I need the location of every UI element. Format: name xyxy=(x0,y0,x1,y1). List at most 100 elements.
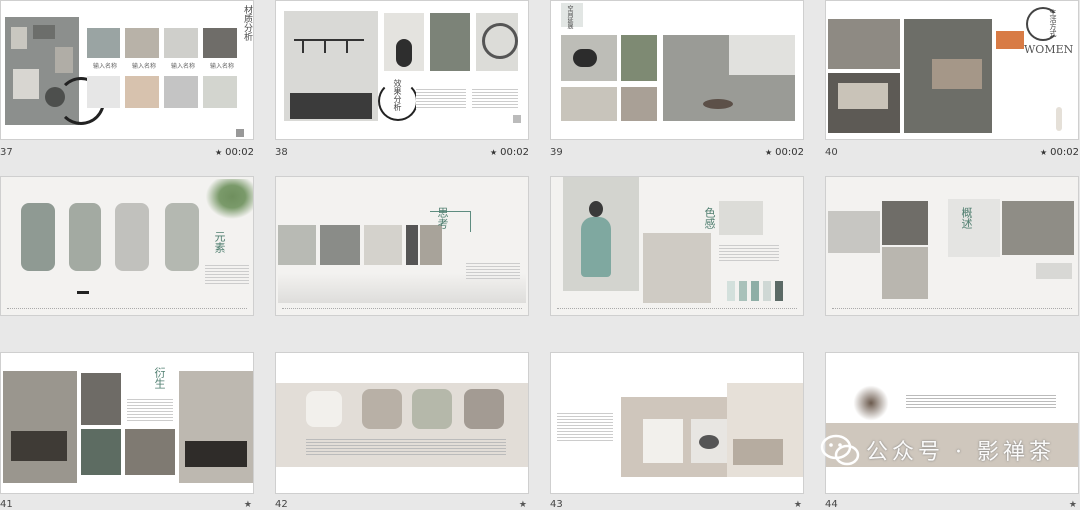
ink-landscape-photo xyxy=(278,225,316,265)
room-photo xyxy=(727,383,803,477)
slide-number: 38 xyxy=(275,147,288,158)
star-icon: ★ xyxy=(1068,499,1077,509)
element-icon-2 xyxy=(362,389,402,429)
concept-photo-4 xyxy=(1002,201,1074,255)
swatch-label: 输入名称 xyxy=(93,63,118,70)
slide-timing: ★ 00:02 xyxy=(1040,147,1079,158)
color-swatch-3 xyxy=(751,281,759,301)
body-text-lines xyxy=(466,261,520,281)
swatch-label: 输入名称 xyxy=(171,63,196,70)
element-window-1 xyxy=(21,203,55,271)
slide-45-thumbnail[interactable]: 衍生 xyxy=(0,352,254,494)
interior-photo-2 xyxy=(828,73,900,133)
concept-photo-3 xyxy=(882,247,928,299)
slide-43-thumbnail[interactable]: 色感 xyxy=(550,176,804,316)
star-icon: ★ xyxy=(215,148,223,157)
slide-number: 42 xyxy=(275,499,288,510)
watermark: 公众号 · 影禅茶 xyxy=(820,430,1080,480)
material-photo-2 xyxy=(125,28,159,58)
mug-photo xyxy=(643,419,683,463)
detail-photo-1 xyxy=(81,373,121,425)
slide-37-thumbnail[interactable]: 输入名称 输入名称 输入名称 输入名称 材质分析 xyxy=(0,0,254,140)
slide-timing: ★ 00:02 xyxy=(215,147,254,158)
stone-photo xyxy=(691,419,727,463)
tea-ceremony-photo xyxy=(904,19,992,133)
concept-label-box xyxy=(1036,263,1072,279)
slide-44-thumbnail[interactable]: 概述 xyxy=(825,176,1079,316)
page-marker xyxy=(236,129,244,137)
branch-decoration xyxy=(846,383,896,423)
watermark-text: 公众号 · 影禅茶 xyxy=(866,440,1055,465)
slide-46-thumbnail[interactable] xyxy=(275,352,529,494)
slide-duration: 00:02 xyxy=(500,147,529,158)
slide-duration: 00:02 xyxy=(225,147,254,158)
slide-number: 44 xyxy=(825,499,838,510)
slide-42-thumbnail[interactable]: 思考 xyxy=(275,176,529,316)
star-icon: ★ xyxy=(765,148,773,157)
slide-duration: 00:02 xyxy=(775,147,804,158)
color-swatch-4 xyxy=(763,281,771,301)
body-text-lines xyxy=(719,243,779,261)
material-swatch-4 xyxy=(203,76,237,108)
marble-kitchen-photo xyxy=(663,35,795,121)
mist-photo xyxy=(364,225,402,265)
slide-title: 材质分析 xyxy=(242,5,252,41)
ink-stroke-photo xyxy=(406,225,418,265)
slide-number: 39 xyxy=(550,147,563,158)
material-photo-4 xyxy=(203,28,237,58)
element-icon-4 xyxy=(464,389,504,429)
wechat-icon xyxy=(820,434,860,466)
mirror-photo xyxy=(476,13,518,71)
page-ruler xyxy=(7,307,247,309)
study-room-photo xyxy=(3,371,77,483)
slide-40-thumbnail[interactable]: 生活方式 WOMEN xyxy=(825,0,1079,140)
slide-47-thumbnail[interactable] xyxy=(550,352,804,494)
candle-decoration xyxy=(1056,107,1062,131)
color-swatch-1 xyxy=(727,281,735,301)
slide-number: 40 xyxy=(825,147,838,158)
concept-card xyxy=(948,199,1000,257)
plant-photo xyxy=(621,35,657,81)
body-text-lines xyxy=(557,411,613,441)
pavilion-photo xyxy=(719,201,763,235)
slide-title: 空间延展 xyxy=(566,5,573,29)
body-text-lines xyxy=(416,87,466,109)
slide-title: 元素 xyxy=(213,231,226,253)
women-heading: WOMEN xyxy=(1024,43,1074,56)
tea-set-photo xyxy=(561,87,617,121)
body-text-lines xyxy=(306,437,506,455)
slide-39-thumbnail[interactable]: 空间延展 xyxy=(550,0,804,140)
slide-title: 色感 xyxy=(703,207,716,229)
slide-number: 43 xyxy=(550,499,563,510)
star-icon: ★ xyxy=(518,499,527,509)
star-icon: ★ xyxy=(243,499,252,509)
dining-room-photo xyxy=(284,11,378,121)
figure-photo xyxy=(563,177,639,291)
body-text-lines xyxy=(472,87,518,109)
detail-photo-2 xyxy=(125,429,175,475)
bamboo-decoration xyxy=(201,179,253,223)
swatch-label: 输入名称 xyxy=(210,63,235,70)
slide-title: 效果分析 xyxy=(393,79,402,111)
slide-title: 生活方式 xyxy=(1049,9,1057,37)
slide-duration: 00:02 xyxy=(1050,147,1079,158)
swatch-label: 输入名称 xyxy=(132,63,157,70)
bamboo-ink-photo xyxy=(320,225,360,265)
slide-timing: ★ 00:02 xyxy=(765,147,804,158)
slide-41-thumbnail[interactable]: 元素 xyxy=(0,176,254,316)
plant-photo xyxy=(430,13,470,71)
slide-38-thumbnail[interactable]: 效果分析 xyxy=(275,0,529,140)
ceramic-photo xyxy=(621,87,657,121)
element-icon-3 xyxy=(412,389,452,429)
body-text-lines xyxy=(127,397,173,423)
slide-number: 37 xyxy=(0,147,13,158)
concept-photo-2 xyxy=(882,201,928,245)
interior-photo-1 xyxy=(828,19,900,69)
slide-number: 41 xyxy=(0,499,13,510)
page-marker xyxy=(513,115,521,123)
slide-timing: ★ 00:02 xyxy=(490,147,529,158)
sand-texture-photo xyxy=(643,233,711,303)
element-icon-1 xyxy=(306,391,342,427)
office-photo xyxy=(179,371,253,483)
page-ruler xyxy=(832,307,1072,309)
